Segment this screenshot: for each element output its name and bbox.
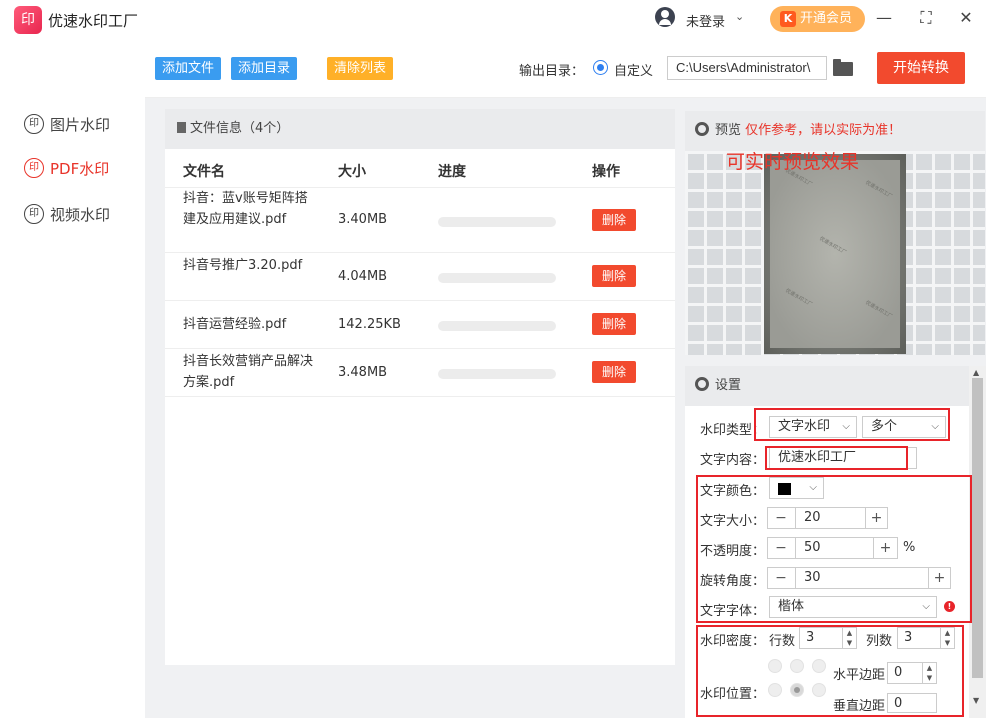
close-button[interactable]: ✕	[954, 6, 978, 30]
preview-page: 优速水印工厂 优速水印工厂 优速水印工厂 优速水印工厂 优速水印工厂	[770, 160, 900, 348]
minimize-button[interactable]: —	[872, 6, 896, 30]
column-header-size: 大小	[338, 164, 366, 180]
progress-bar	[438, 369, 556, 379]
delete-button[interactable]: 删除	[592, 313, 636, 335]
app-logo-icon: 印	[14, 6, 42, 34]
vip-button-label: 开通会员	[800, 11, 853, 26]
scroll-up-icon[interactable]: ▲	[973, 368, 979, 377]
highlight-box-style	[696, 475, 972, 623]
delete-button[interactable]: 删除	[592, 361, 636, 383]
delete-button[interactable]: 删除	[592, 265, 636, 287]
file-size: 142.25KB	[338, 317, 401, 332]
file-count-label: 文件信息（4个）	[190, 121, 290, 136]
watermark-text: 优速水印工厂	[818, 235, 848, 257]
watermark-text: 优速水印工厂	[784, 287, 814, 309]
custom-output-radio-label[interactable]: 自定义	[614, 60, 653, 79]
delete-button[interactable]: 删除	[592, 209, 636, 231]
progress-bar	[438, 217, 556, 227]
title-bar: 印 优速水印工厂 未登录 ⌄ K 开通会员 — ⛶ ✕	[0, 0, 986, 38]
highlight-box-content	[765, 446, 908, 470]
sidebar-item-label: 图片水印	[50, 115, 111, 134]
preview-document: 优速水印工厂 优速水印工厂 优速水印工厂 优速水印工厂 优速水印工厂	[764, 154, 906, 354]
document-icon	[177, 122, 186, 133]
file-name: 抖音号推广3.20.pdf	[183, 258, 303, 273]
vip-badge-icon: K	[780, 11, 796, 27]
table-row: 抖音号推广3.20.pdf 4.04MB 删除	[165, 253, 675, 301]
table-row: 抖音运营经验.pdf 142.25KB 删除	[165, 301, 675, 349]
preview-header: 预览 仅作参考，请以实际为准！	[685, 111, 985, 151]
app-title: 优速水印工厂	[48, 12, 139, 30]
watermark-text: 优速水印工厂	[864, 299, 894, 321]
start-convert-button[interactable]: 开始转换	[877, 52, 965, 84]
file-size: 3.48MB	[338, 365, 388, 380]
preview-note: 仅作参考，请以实际为准！	[745, 123, 902, 138]
progress-bar	[438, 321, 556, 331]
scroll-down-icon[interactable]: ▼	[973, 696, 979, 705]
clear-list-button[interactable]: 清除列表	[327, 57, 394, 80]
scroll-thumb[interactable]	[972, 378, 983, 678]
table-row: 抖音：蓝v账号矩阵搭建及应用建议.pdf 3.40MB 删除	[165, 188, 675, 253]
live-preview-caption: 可实时预览效果	[726, 151, 860, 173]
column-header-name: 文件名	[183, 164, 225, 180]
file-panel-header: 文件信息（4个）	[165, 109, 675, 149]
column-header-progress: 进度	[438, 164, 466, 180]
file-list-panel: 文件信息（4个） 文件名 大小 进度 操作 抖音：蓝v账号矩阵搭建及应用建议.p…	[165, 109, 675, 665]
gear-icon	[695, 377, 709, 391]
add-file-button[interactable]: 添加文件	[155, 57, 222, 80]
watermark-text: 优速水印工厂	[864, 179, 894, 201]
sidebar-item-image-watermark[interactable]: 印 图片水印	[24, 112, 110, 136]
folder-icon[interactable]	[833, 59, 853, 76]
maximize-button[interactable]: ⛶	[914, 6, 938, 30]
watermark-seal-icon: 印	[24, 114, 44, 134]
vip-button[interactable]: K 开通会员	[770, 6, 865, 32]
custom-output-radio[interactable]	[593, 60, 608, 75]
user-avatar-icon[interactable]	[655, 7, 675, 27]
sidebar-item-video-watermark[interactable]: 印 视频水印	[24, 202, 110, 226]
login-status[interactable]: 未登录	[686, 11, 725, 30]
settings-title: 设置	[715, 378, 742, 393]
gear-icon	[695, 122, 709, 136]
toolbar: 添加文件 添加目录 清除列表 输出目录： 自定义 C:\Users\Admini…	[145, 38, 986, 98]
settings-header: 设置	[685, 366, 969, 406]
output-path-input[interactable]: C:\Users\Administrator\	[667, 56, 827, 80]
add-directory-button[interactable]: 添加目录	[231, 57, 298, 80]
file-name: 抖音运营经验.pdf	[183, 317, 287, 332]
highlight-box-layout	[696, 625, 964, 717]
highlight-box-type	[754, 408, 950, 441]
file-name: 抖音：蓝v账号矩阵搭建及应用建议.pdf	[183, 191, 308, 227]
column-header-action: 操作	[592, 164, 620, 180]
file-name: 抖音长效营销产品解决方案.pdf	[183, 354, 314, 390]
watermark-seal-icon: 印	[24, 204, 44, 224]
app-window: 印 优速水印工厂 未登录 ⌄ K 开通会员 — ⛶ ✕ 印 图片水印 印 PDF…	[0, 0, 986, 718]
table-row: 抖音长效营销产品解决方案.pdf 3.48MB 删除	[165, 349, 675, 397]
sidebar-item-label: 视频水印	[50, 205, 111, 224]
watermark-seal-icon: 印	[24, 158, 44, 178]
output-dir-label: 输出目录：	[519, 64, 585, 79]
sidebar: 印 图片水印 印 PDF水印 印 视频水印	[0, 38, 145, 718]
preview-title: 预览	[715, 123, 742, 138]
progress-bar	[438, 273, 556, 283]
file-size: 4.04MB	[338, 269, 388, 284]
sidebar-item-pdf-watermark[interactable]: 印 PDF水印	[24, 156, 109, 180]
sidebar-item-label: PDF水印	[50, 159, 110, 178]
file-size: 3.40MB	[338, 212, 388, 227]
preview-area: 优速水印工厂 优速水印工厂 优速水印工厂 优速水印工厂 优速水印工厂	[685, 151, 985, 355]
text-content-label: 文字内容：	[700, 453, 766, 468]
chevron-down-icon[interactable]: ⌄	[735, 10, 744, 23]
